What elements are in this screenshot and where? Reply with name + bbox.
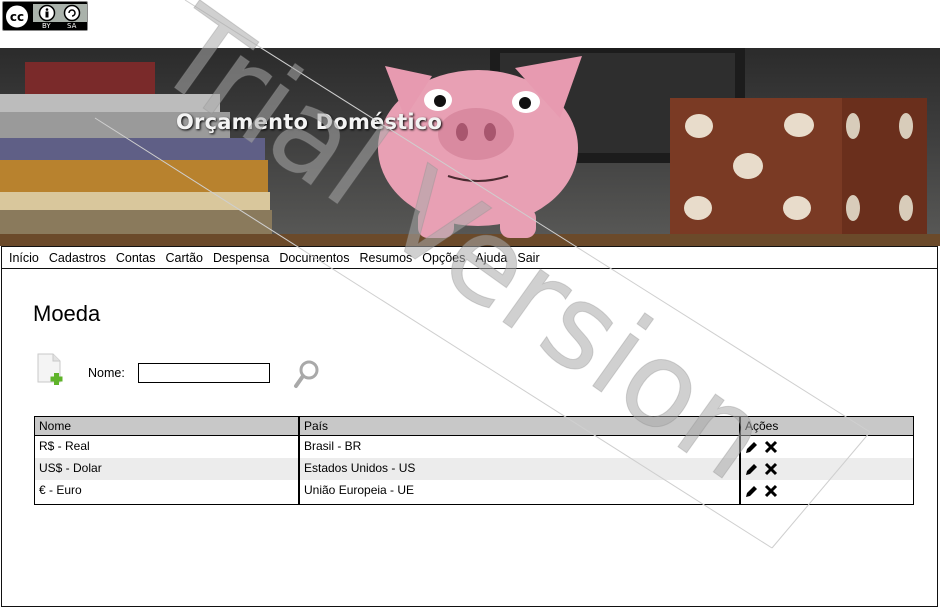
menu-item-documentos[interactable]: Documentos xyxy=(279,251,349,265)
table-header: Nome País Ações xyxy=(35,417,913,436)
menu-item-sair[interactable]: Sair xyxy=(517,251,539,265)
sa-icon xyxy=(63,4,81,22)
name-label: Nome: xyxy=(88,366,125,380)
cell-pais: Estados Unidos - US xyxy=(304,461,416,475)
menu-item-cartao[interactable]: Cartão xyxy=(165,251,203,265)
column-header-pais[interactable]: País xyxy=(300,417,328,435)
add-document-icon[interactable] xyxy=(36,353,66,385)
edit-pencil-icon[interactable] xyxy=(745,462,759,476)
edit-pencil-icon[interactable] xyxy=(745,440,759,454)
cell-nome: € - Euro xyxy=(39,483,82,497)
column-divider xyxy=(298,417,300,504)
menu-item-contas[interactable]: Contas xyxy=(116,251,156,265)
content-panel: Moeda Nome: Nome País Ações R$ - Real Br… xyxy=(1,269,938,607)
svg-text:cc: cc xyxy=(10,10,24,24)
menu-item-ajuda[interactable]: Ajuda xyxy=(475,251,507,265)
cell-nome: US$ - Dolar xyxy=(39,461,102,475)
row-actions xyxy=(745,460,778,478)
menu-item-inicio[interactable]: Início xyxy=(9,251,39,265)
table-row[interactable]: US$ - Dolar Estados Unidos - US xyxy=(35,458,913,480)
delete-x-icon[interactable] xyxy=(764,462,778,476)
by-label: BY xyxy=(42,22,51,30)
menu-item-opcoes[interactable]: Opções xyxy=(422,251,465,265)
cc-license-badge: cc BY SA xyxy=(2,1,88,31)
delete-x-icon[interactable] xyxy=(764,440,778,454)
row-actions xyxy=(745,482,778,500)
table-row[interactable]: R$ - Real Brasil - BR xyxy=(35,436,913,458)
cell-pais: União Europeia - UE xyxy=(304,483,415,497)
table-row[interactable]: € - Euro União Europeia - UE xyxy=(35,480,913,502)
page-title: Moeda xyxy=(33,301,101,326)
currency-table: Nome País Ações R$ - Real Brasil - BR US… xyxy=(34,416,914,505)
menu-item-resumos[interactable]: Resumos xyxy=(360,251,413,265)
banner-image xyxy=(0,48,940,246)
column-header-acoes: Ações xyxy=(745,419,779,433)
menu-item-cadastros[interactable]: Cadastros xyxy=(49,251,106,265)
cell-nome: R$ - Real xyxy=(39,439,90,453)
menu-item-despensa[interactable]: Despensa xyxy=(213,251,269,265)
header-banner: Orçamento Doméstico xyxy=(0,48,940,246)
cell-pais: Brasil - BR xyxy=(304,439,362,453)
search-icon[interactable] xyxy=(293,359,321,389)
name-search-input[interactable] xyxy=(138,363,270,383)
delete-x-icon[interactable] xyxy=(764,484,778,498)
sa-label: SA xyxy=(67,22,77,30)
column-divider xyxy=(739,417,741,504)
row-actions xyxy=(745,438,778,456)
app-title: Orçamento Doméstico xyxy=(176,110,443,134)
column-header-nome[interactable]: Nome xyxy=(35,417,71,435)
edit-pencil-icon[interactable] xyxy=(745,484,759,498)
main-menu: Início Cadastros Contas Cartão Despensa … xyxy=(1,246,938,269)
